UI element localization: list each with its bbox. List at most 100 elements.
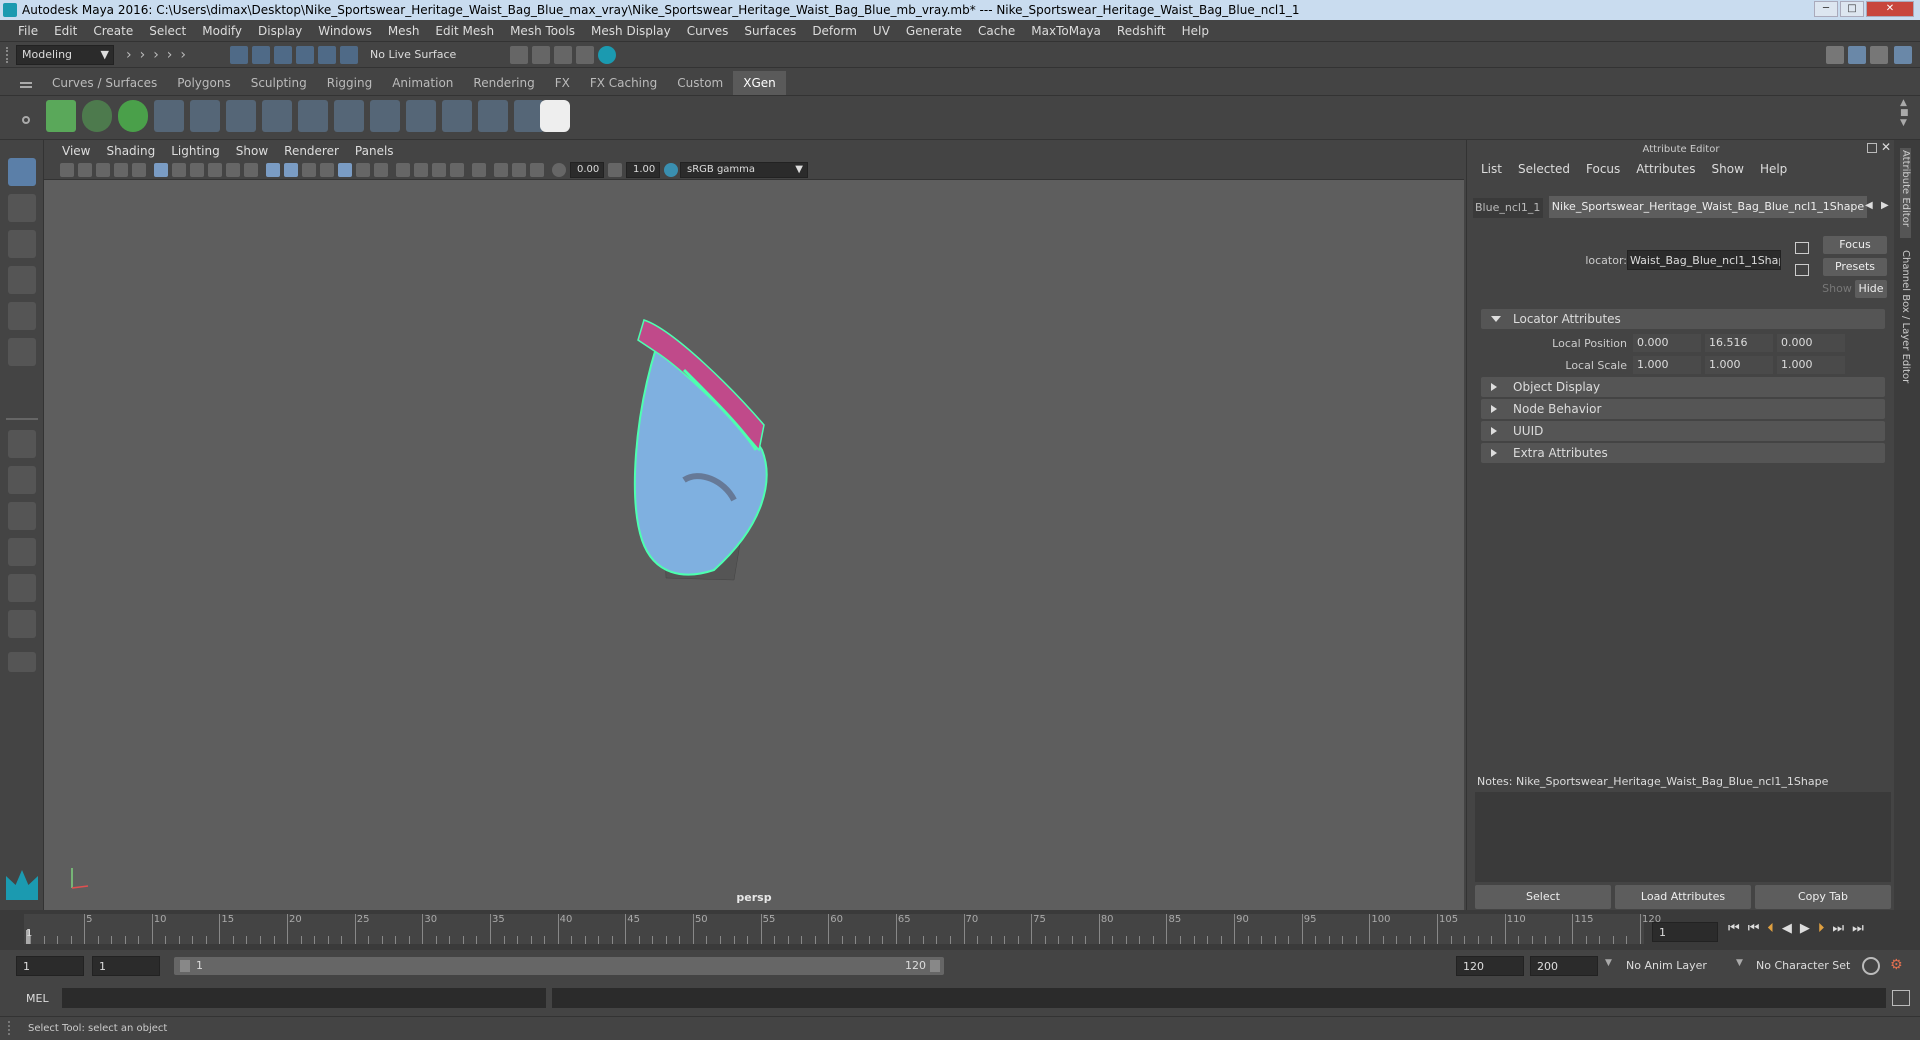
load-attributes-button[interactable]: Load Attributes <box>1615 885 1751 909</box>
select-by-object-icon[interactable] <box>252 46 270 64</box>
xgen-add-guide-icon[interactable] <box>190 100 220 132</box>
tab-prev-icon[interactable]: ◀ <box>1865 200 1873 211</box>
menu-create[interactable]: Create <box>85 24 141 38</box>
menu-set-arrows-icon[interactable]: ››››› <box>126 47 206 63</box>
grid-toggle-icon[interactable] <box>154 163 168 177</box>
viewport-menu-lighting[interactable]: Lighting <box>163 144 228 158</box>
snap-grid-icon[interactable] <box>296 46 314 64</box>
float-panel-icon[interactable] <box>1867 143 1877 153</box>
menu-curves[interactable]: Curves <box>679 24 737 38</box>
playback-end-field[interactable]: 120 <box>1456 956 1524 976</box>
viewport-menu-panels[interactable]: Panels <box>347 144 402 158</box>
viewport-menu-show[interactable]: Show <box>228 144 276 158</box>
menu-edit-mesh[interactable]: Edit Mesh <box>427 24 502 38</box>
section-uuid[interactable]: UUID <box>1481 421 1885 441</box>
section-object-display[interactable]: Object Display <box>1481 377 1885 397</box>
tab-shape-node[interactable]: Nike_Sportswear_Heritage_Waist_Bag_Blue_… <box>1549 196 1867 218</box>
motion-blur-icon[interactable] <box>414 163 428 177</box>
local-scale-x-field[interactable]: 1.000 <box>1633 356 1701 374</box>
step-forward-key-icon[interactable]: ⏭ <box>1832 921 1844 936</box>
shelf-tab-fx[interactable]: FX <box>545 71 580 95</box>
ae-menu-help[interactable]: Help <box>1752 162 1795 176</box>
menu-help[interactable]: Help <box>1174 24 1217 38</box>
menu-select[interactable]: Select <box>141 24 194 38</box>
select-by-hierarchy-icon[interactable] <box>230 46 248 64</box>
viewport-menu-renderer[interactable]: Renderer <box>276 144 347 158</box>
preferences-icon[interactable]: ⚙ <box>1890 957 1908 975</box>
render-frame-icon[interactable] <box>510 46 528 64</box>
range-handle-start[interactable] <box>180 960 190 972</box>
tab-attribute-editor[interactable]: Attribute Editor <box>1900 148 1911 238</box>
xgen-editor-icon[interactable] <box>46 100 76 132</box>
field-chart-icon[interactable] <box>226 163 240 177</box>
view-transform-dropdown[interactable]: sRGB gamma ▼ <box>680 162 808 178</box>
viewport-menu-shading[interactable]: Shading <box>98 144 163 158</box>
auto-key-icon[interactable] <box>1862 957 1880 975</box>
local-position-y-field[interactable]: 16.516 <box>1705 334 1773 352</box>
shadows-icon[interactable] <box>374 163 388 177</box>
notes-textarea[interactable] <box>1475 792 1891 882</box>
ambient-occlusion-icon[interactable] <box>396 163 410 177</box>
xgen-sculpt-guides-icon[interactable] <box>226 100 256 132</box>
menu-surfaces[interactable]: Surfaces <box>736 24 804 38</box>
range-handle-end[interactable] <box>930 960 940 972</box>
color-management-icon[interactable] <box>664 163 678 177</box>
chevron-down-icon[interactable]: ▼ <box>1605 958 1612 968</box>
xgen-comb-icon[interactable] <box>334 100 364 132</box>
gamma-icon[interactable] <box>608 163 622 177</box>
bookmark-icon[interactable] <box>96 163 110 177</box>
film-gate-icon[interactable] <box>172 163 186 177</box>
menu-deform[interactable]: Deform <box>804 24 865 38</box>
smooth-shade-icon[interactable] <box>284 163 298 177</box>
render-settings-icon[interactable] <box>576 46 594 64</box>
xgen-lock-icon[interactable] <box>262 100 292 132</box>
move-tool-icon[interactable] <box>8 266 36 294</box>
command-input[interactable] <box>62 988 546 1008</box>
xray-joints-icon[interactable] <box>512 163 526 177</box>
animation-end-field[interactable]: 200 <box>1530 956 1598 976</box>
maximize-button[interactable]: □ <box>1840 1 1864 17</box>
focus-node-icon[interactable] <box>1795 242 1809 254</box>
step-back-frame-icon[interactable]: ⏴ <box>1767 921 1774 936</box>
camera-attributes-icon[interactable] <box>78 163 92 177</box>
go-to-start-icon[interactable]: ⏮ <box>1728 921 1740 936</box>
xgen-preview-icon[interactable] <box>82 100 112 132</box>
depth-of-field-icon[interactable] <box>450 163 464 177</box>
shelf-tab-animation[interactable]: Animation <box>382 71 463 95</box>
xgen-length-icon[interactable] <box>298 100 328 132</box>
layout-options-icon[interactable] <box>8 652 36 672</box>
attribute-editor-toggle-icon[interactable] <box>1848 46 1866 64</box>
wireframe-on-shaded-icon[interactable] <box>338 163 352 177</box>
shelf-tab-rigging[interactable]: Rigging <box>317 71 382 95</box>
current-frame-field[interactable]: 1 <box>1652 922 1718 942</box>
camera-select-icon[interactable] <box>60 163 74 177</box>
xray-icon[interactable] <box>494 163 508 177</box>
exposure-icon[interactable] <box>552 163 566 177</box>
tool-settings-icon[interactable] <box>1870 46 1888 64</box>
xgen-flatten-icon[interactable] <box>442 100 472 132</box>
select-tool-icon[interactable] <box>8 158 36 186</box>
xgen-layer-icon[interactable] <box>370 100 400 132</box>
menu-modify[interactable]: Modify <box>194 24 250 38</box>
anti-aliasing-icon[interactable] <box>432 163 446 177</box>
isolate-select-icon[interactable] <box>472 163 486 177</box>
shelf-tab-custom[interactable]: Custom <box>667 71 733 95</box>
playback-start-field[interactable]: 1 <box>92 956 160 976</box>
rotate-tool-icon[interactable] <box>8 302 36 330</box>
tab-transform-node[interactable]: Blue_ncl1_1 <box>1473 198 1543 218</box>
menu-mesh[interactable]: Mesh <box>380 24 428 38</box>
local-position-x-field[interactable]: 0.000 <box>1633 334 1701 352</box>
use-all-lights-icon[interactable] <box>356 163 370 177</box>
hypershade-icon[interactable] <box>598 46 616 64</box>
mode-dropdown[interactable]: Modeling ▼ <box>16 45 114 65</box>
menu-file[interactable]: File <box>10 24 46 38</box>
menu-uv[interactable]: UV <box>865 24 898 38</box>
default-material-icon[interactable] <box>302 163 316 177</box>
ae-menu-list[interactable]: List <box>1473 162 1510 176</box>
persp-graph-layout-icon[interactable] <box>8 538 36 566</box>
menu-mesh-display[interactable]: Mesh Display <box>583 24 679 38</box>
copy-tab-button[interactable]: Copy Tab <box>1755 885 1891 909</box>
shelf-scroll-icon[interactable]: ▲ ■ ▼ <box>1900 98 1910 128</box>
mel-label[interactable]: MEL <box>26 992 49 1005</box>
shelf-menu-icon[interactable] <box>20 82 32 84</box>
